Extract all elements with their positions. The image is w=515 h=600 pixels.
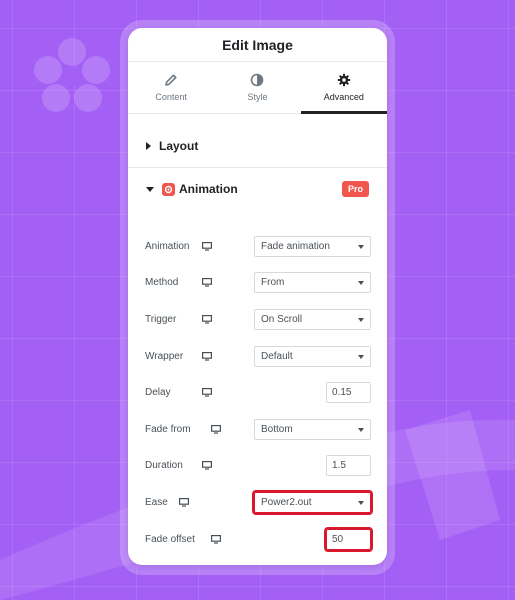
duration-input[interactable]: 1.5 xyxy=(326,455,371,477)
field-trigger: Trigger On Scroll xyxy=(128,301,387,338)
tab-content[interactable]: Content xyxy=(128,62,214,113)
addon-logo-icon xyxy=(162,182,175,196)
field-label: Duration xyxy=(145,460,183,472)
field-animation: Animation Fade animation xyxy=(128,228,387,265)
trigger-select[interactable]: On Scroll xyxy=(254,308,371,330)
desktop-icon[interactable] xyxy=(202,461,212,470)
desktop-icon[interactable] xyxy=(179,497,189,507)
animation-section-label: Animation xyxy=(179,182,238,196)
pencil-icon xyxy=(165,74,177,86)
gear-icon xyxy=(337,73,351,87)
field-label: Fade offset xyxy=(145,533,195,545)
field-ease: Ease Power2.out xyxy=(128,484,387,521)
animation-section-toggle[interactable]: Animation Pro xyxy=(128,168,387,210)
ease-select[interactable]: Power2.out xyxy=(252,489,373,515)
desktop-icon[interactable] xyxy=(202,241,212,251)
layout-section-toggle[interactable]: Layout xyxy=(128,124,387,168)
field-label: Animation xyxy=(145,240,190,252)
animation-select[interactable]: Fade animation xyxy=(254,235,371,257)
desktop-icon[interactable] xyxy=(202,314,212,324)
tab-advanced-label: Advanced xyxy=(323,92,364,102)
tab-content-label: Content xyxy=(155,92,187,102)
layout-section-label: Layout xyxy=(159,138,199,153)
desktop-icon[interactable] xyxy=(202,388,212,397)
field-label: Ease xyxy=(145,496,168,508)
field-wrapper: Wrapper Default xyxy=(128,338,387,375)
field-fade-from: Fade from Bottom xyxy=(128,411,387,448)
tab-bar: Content Style Advanced xyxy=(128,62,387,114)
tab-advanced[interactable]: Advanced xyxy=(300,62,387,114)
field-fade-offset: Fade offset 50 xyxy=(128,521,387,558)
tab-style-label: Style xyxy=(247,92,268,102)
field-duration: Duration 1.5 xyxy=(128,448,387,485)
contrast-icon xyxy=(251,73,264,87)
caret-right-icon xyxy=(146,141,151,150)
field-label: Fade from xyxy=(145,423,191,435)
fade-offset-input[interactable]: 50 xyxy=(324,526,373,552)
desktop-icon[interactable] xyxy=(211,534,221,544)
tab-style[interactable]: Style xyxy=(214,62,300,113)
delay-input[interactable]: 0.15 xyxy=(326,382,371,404)
method-select[interactable]: From xyxy=(254,272,371,294)
animation-fields: Animation Fade animation Method From Tri… xyxy=(128,210,387,557)
edit-panel: Edit Image Content Style Advanced Layout… xyxy=(128,28,387,565)
desktop-icon[interactable] xyxy=(211,424,221,434)
field-label: Method xyxy=(145,277,179,289)
desktop-icon[interactable] xyxy=(202,278,212,287)
field-label: Trigger xyxy=(145,313,177,325)
fade-from-select[interactable]: Bottom xyxy=(254,418,371,440)
wrapper-select[interactable]: Default xyxy=(254,345,371,367)
field-delay: Delay 0.15 xyxy=(128,374,387,411)
pro-badge: Pro xyxy=(341,181,369,197)
desktop-icon[interactable] xyxy=(202,351,212,361)
field-method: Method From xyxy=(128,265,387,302)
panel-title: Edit Image xyxy=(128,28,387,62)
field-label: Wrapper xyxy=(145,350,184,362)
caret-down-icon xyxy=(146,186,154,192)
field-label: Delay xyxy=(145,387,171,399)
